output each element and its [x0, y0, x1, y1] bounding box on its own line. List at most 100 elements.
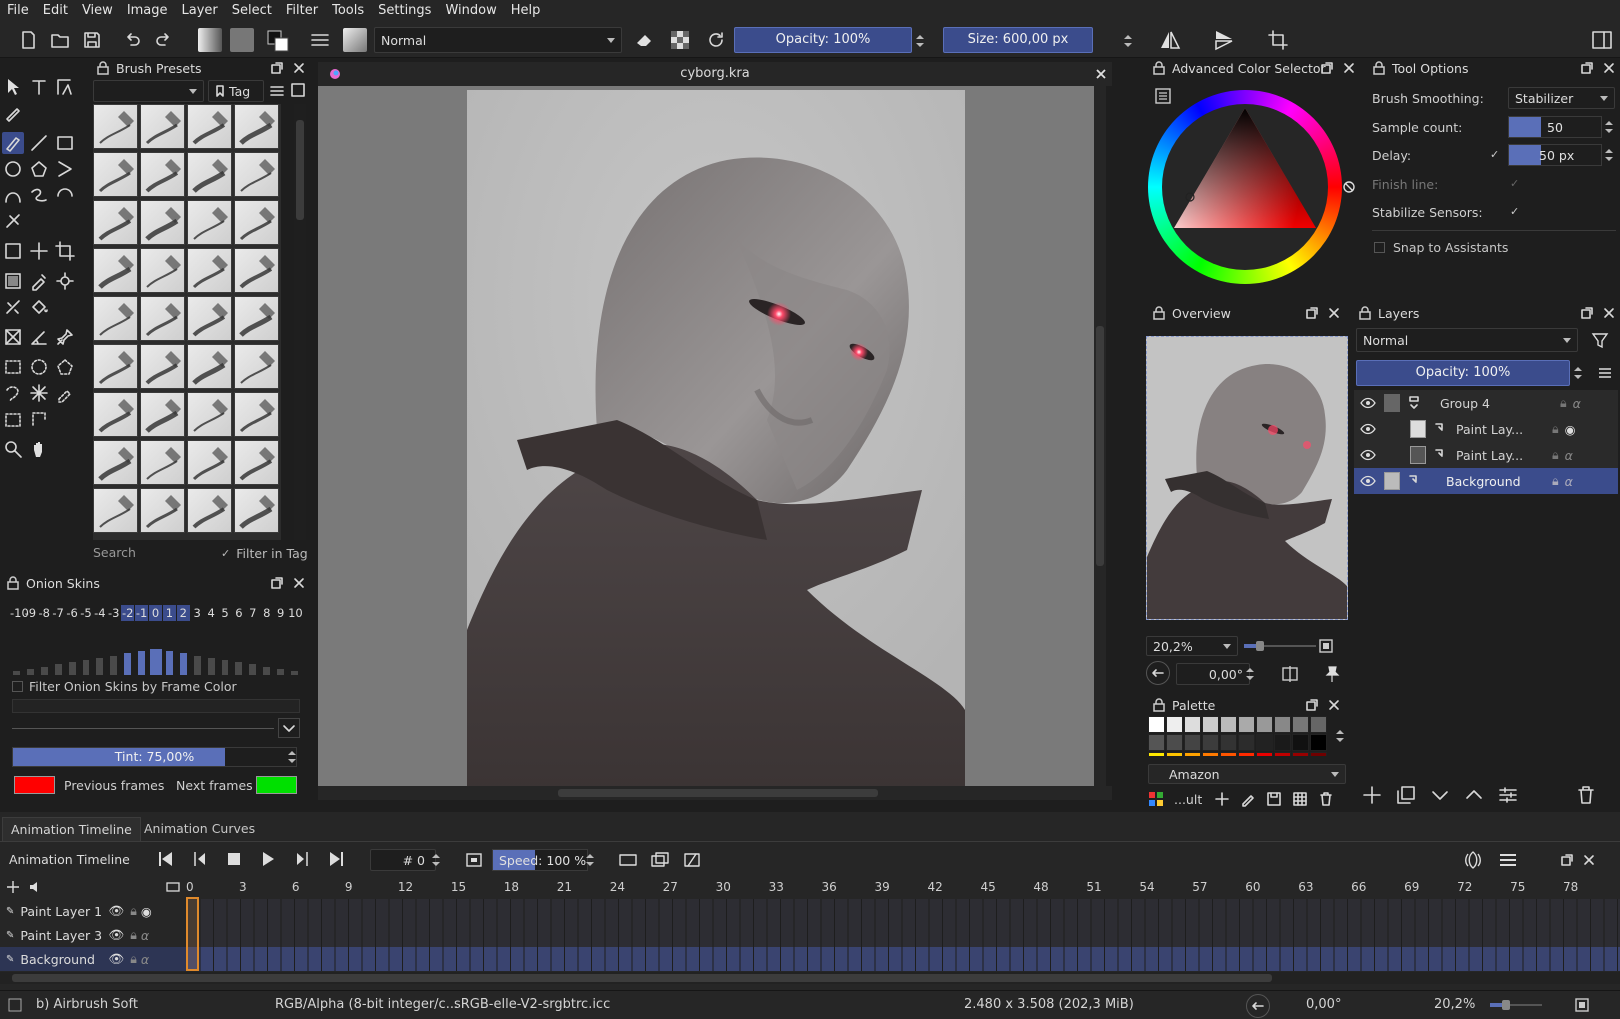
- layer-lock-icon[interactable]: 🔒︎: [1552, 421, 1559, 437]
- frame-cells[interactable]: [186, 947, 1620, 971]
- menu-tools[interactable]: Tools: [325, 0, 371, 22]
- list-view-icon[interactable]: [268, 82, 286, 100]
- brush-preset-thumbnail[interactable]: [140, 248, 185, 293]
- palette-swatch[interactable]: [1256, 716, 1273, 733]
- tag-button[interactable]: Tag: [208, 80, 264, 102]
- onion-opacity-bar[interactable]: [207, 657, 215, 675]
- play-icon[interactable]: [258, 849, 278, 869]
- brush-preset-thumbnail[interactable]: [93, 440, 138, 485]
- brush-preset-thumbnail[interactable]: [140, 296, 185, 341]
- reset-color-icon[interactable]: [1342, 180, 1356, 194]
- pin-icon[interactable]: ✎: [6, 954, 14, 965]
- onion-frame-label[interactable]: -4: [93, 605, 106, 621]
- close-icon[interactable]: [1582, 853, 1596, 867]
- first-frame-icon[interactable]: [156, 849, 176, 869]
- onion-frame-label[interactable]: 2: [176, 605, 190, 621]
- gradient-tool-icon[interactable]: [2, 270, 24, 292]
- palette-swatch[interactable]: [1238, 734, 1255, 751]
- palette-swatch[interactable]: [1166, 734, 1183, 751]
- pattern-swatch[interactable]: [230, 28, 254, 52]
- layer-opacity-spin[interactable]: [1572, 362, 1584, 384]
- onion-frame-label[interactable]: 8: [260, 605, 273, 621]
- float-docker-icon[interactable]: [1580, 306, 1594, 320]
- size-spin[interactable]: [1122, 30, 1134, 52]
- onion-opacity-bar[interactable]: [179, 653, 187, 675]
- undo-icon[interactable]: [120, 28, 144, 52]
- brush-preset-thumbnail[interactable]: [187, 104, 232, 149]
- onion-opacity-bar[interactable]: [150, 649, 162, 675]
- set-start-end-icon[interactable]: [618, 850, 638, 870]
- view-options-icon[interactable]: [290, 82, 306, 98]
- line-tool-icon[interactable]: [28, 132, 50, 154]
- new-document-icon[interactable]: [16, 28, 40, 52]
- timeline-row-background[interactable]: ✎ Background 👁︎ 🔒︎ α: [0, 947, 1620, 971]
- onion-opacity-bar[interactable]: [249, 664, 257, 675]
- layer-lock-icon[interactable]: 🔒︎: [130, 927, 137, 943]
- onion-opacity-bar[interactable]: [165, 651, 173, 675]
- palette-swatch[interactable]: [1292, 734, 1309, 751]
- onion-opacity-bar[interactable]: [96, 657, 104, 675]
- float-docker-icon[interactable]: [1580, 61, 1594, 75]
- alpha-lock-icon[interactable]: α: [1565, 448, 1573, 463]
- onion-frame-label[interactable]: -6: [66, 605, 79, 621]
- palette-swatch[interactable]: [1166, 716, 1183, 733]
- layer-opacity-slider[interactable]: Opacity: 100%: [1356, 360, 1570, 386]
- rectangle-tool-icon[interactable]: [54, 132, 76, 154]
- frame-cells[interactable]: [186, 923, 1620, 947]
- measure-tool-icon[interactable]: [28, 326, 50, 348]
- palette-swatch[interactable]: [1202, 734, 1219, 751]
- onion-frame-label[interactable]: -3: [107, 605, 120, 621]
- sample-count-slider[interactable]: 50: [1508, 116, 1602, 138]
- colorize-mask-icon[interactable]: [2, 296, 24, 318]
- auto-key-icon[interactable]: [682, 850, 702, 870]
- brush-preset-thumbnail[interactable]: [140, 200, 185, 245]
- onion-opacity-bar[interactable]: [138, 651, 146, 675]
- tint-spin[interactable]: [286, 748, 298, 766]
- onion-frame-label[interactable]: -2: [121, 605, 135, 621]
- previous-frame-icon[interactable]: [190, 849, 210, 869]
- onion-frame-label[interactable]: 0: [149, 605, 162, 621]
- preset-search-input[interactable]: Search: [93, 543, 211, 563]
- brush-preset-thumbnail[interactable]: [93, 488, 138, 533]
- float-docker-icon[interactable]: [270, 576, 284, 590]
- smart-patch-icon[interactable]: [54, 270, 76, 292]
- next-frames-color[interactable]: [256, 776, 297, 794]
- alpha-lock-icon[interactable]: α: [141, 928, 149, 943]
- transform-tool-icon[interactable]: [2, 240, 24, 262]
- gradient-swatch[interactable]: [198, 28, 222, 52]
- onion-opacity-bar[interactable]: [54, 664, 62, 675]
- onion-opacity-bar[interactable]: [26, 668, 34, 675]
- brush-preset-chooser[interactable]: [343, 28, 367, 52]
- bezier-select-icon[interactable]: [2, 408, 24, 430]
- menu-filter[interactable]: Filter: [279, 0, 325, 22]
- canvas-viewport[interactable]: [318, 86, 1104, 786]
- folder-collapse-icon[interactable]: [1408, 394, 1420, 412]
- overview-rotation-field[interactable]: 0,00°: [1176, 663, 1250, 685]
- ellipse-tool-icon[interactable]: [2, 158, 24, 180]
- tab-animation-timeline[interactable]: Animation Timeline: [2, 817, 141, 841]
- eraser-icon[interactable]: [632, 28, 656, 52]
- text-tool-icon[interactable]: [28, 76, 50, 98]
- overview-thumbnail[interactable]: [1146, 336, 1348, 620]
- speed-spin[interactable]: [584, 850, 596, 870]
- onion-frame-label[interactable]: 6: [232, 605, 245, 621]
- menu-image[interactable]: Image: [120, 0, 175, 22]
- brush-preset-thumbnail[interactable]: [187, 344, 232, 389]
- frame-spin[interactable]: [430, 850, 442, 870]
- timeline-menu-icon[interactable]: [1498, 850, 1518, 870]
- edit-icon[interactable]: [1240, 791, 1256, 807]
- palette-grid-icon[interactable]: [1148, 791, 1164, 807]
- workspace-chooser-icon[interactable]: [1590, 28, 1614, 52]
- bezier-tool-icon[interactable]: [2, 184, 24, 206]
- brush-preset-thumbnail[interactable]: [140, 152, 185, 197]
- playhead[interactable]: [186, 897, 199, 971]
- menu-view[interactable]: View: [75, 0, 120, 22]
- mirror-vertical-icon[interactable]: [1212, 28, 1236, 52]
- palette-layout-icon[interactable]: [1292, 791, 1308, 807]
- brush-preset-thumbnail[interactable]: [234, 440, 279, 485]
- previous-frames-color[interactable]: [14, 776, 55, 794]
- frame-cells[interactable]: [186, 899, 1620, 923]
- layer-row-group[interactable]: Group 4 🔒︎ α: [1354, 390, 1618, 416]
- freehand-brush-icon[interactable]: [2, 132, 24, 154]
- saturation-triangle[interactable]: [1148, 90, 1342, 284]
